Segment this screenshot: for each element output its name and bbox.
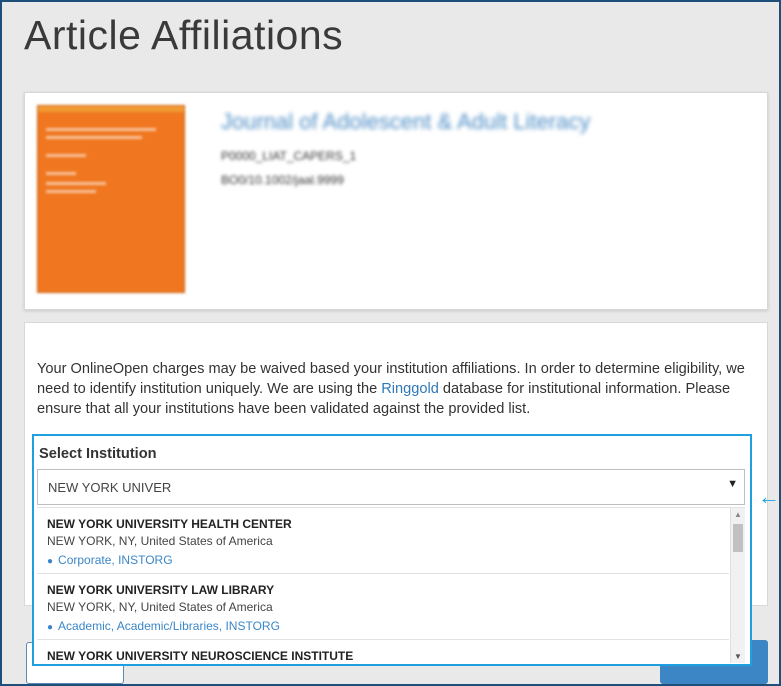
page-title: Article Affiliations <box>24 12 344 58</box>
result-tags-text: Corporate, INSTORG <box>58 553 173 567</box>
tag-icon: ● <box>47 622 54 633</box>
scroll-up-icon[interactable]: ▲ <box>734 510 742 519</box>
result-tags: ● Academic, Academic/Libraries, INSTORG <box>47 619 280 633</box>
tag-icon: ● <box>47 556 54 567</box>
list-item[interactable]: NEW YORK UNIVERSITY NEUROSCIENCE INSTITU… <box>37 640 729 663</box>
arrow-left-icon: ← <box>758 484 780 509</box>
result-location: NEW YORK, NY, United States of America <box>47 534 273 548</box>
result-tags-text: Academic, Academic/Libraries, INSTORG <box>58 619 280 633</box>
result-name: NEW YORK UNIVERSITY LAW LIBRARY <box>47 583 275 597</box>
institution-results-list: NEW YORK UNIVERSITY HEALTH CENTER NEW YO… <box>37 507 745 663</box>
scroll-thumb[interactable] <box>733 524 743 552</box>
institution-search-input[interactable] <box>37 469 745 505</box>
institution-select-highlight: Select Institution ▼ NEW YORK UNIVERSITY… <box>32 434 752 666</box>
result-name: NEW YORK UNIVERSITY NEUROSCIENCE INSTITU… <box>47 649 354 663</box>
result-location: NEW YORK, NY, United States of America <box>47 600 273 614</box>
affiliations-intro: Your OnlineOpen charges may be waived ba… <box>37 359 749 419</box>
article-card: Journal of Adolescent & Adult Literacy P… <box>24 92 768 310</box>
article-id: P0000_LIAT_CAPERS_1 <box>221 149 357 163</box>
article-doi: BO0/10.1002/jaal.9999 <box>221 173 344 187</box>
select-institution-label: Select Institution <box>39 446 157 462</box>
results-scrollbar[interactable]: ▲ ▼ <box>730 508 745 663</box>
journal-title[interactable]: Journal of Adolescent & Adult Literacy <box>221 109 590 135</box>
result-name: NEW YORK UNIVERSITY HEALTH CENTER <box>47 517 292 531</box>
journal-cover-image <box>37 105 185 293</box>
scroll-down-icon[interactable]: ▼ <box>734 652 742 661</box>
caret-down-icon[interactable]: ▼ <box>727 478 738 490</box>
list-item[interactable]: NEW YORK UNIVERSITY LAW LIBRARY NEW YORK… <box>37 574 729 640</box>
result-tags: ● Corporate, INSTORG <box>47 553 173 567</box>
ringgold-link[interactable]: Ringgold <box>381 381 439 397</box>
list-item[interactable]: NEW YORK UNIVERSITY HEALTH CENTER NEW YO… <box>37 508 729 574</box>
